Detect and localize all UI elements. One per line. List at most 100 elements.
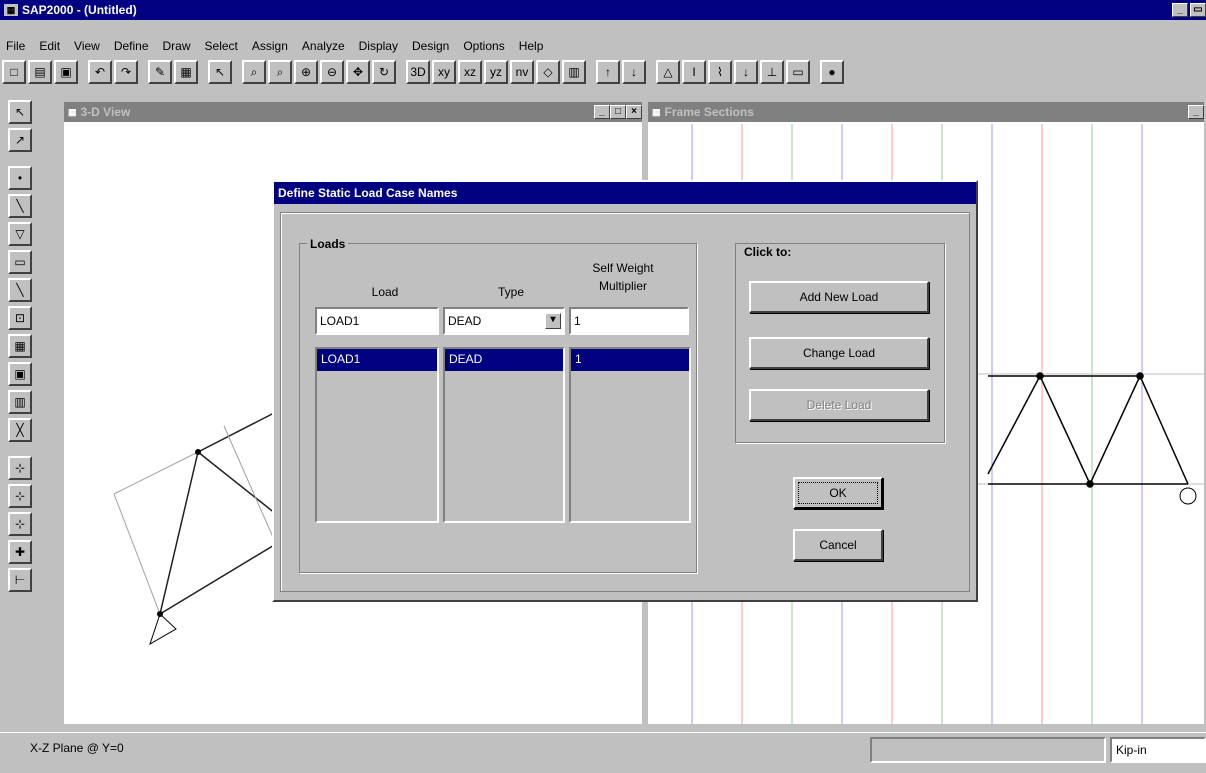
menu-assign[interactable]: Assign — [252, 39, 288, 53]
load-list[interactable]: LOAD1 — [315, 347, 439, 523]
list-item[interactable]: 1 — [571, 349, 689, 371]
restore-button[interactable]: ▭ — [1190, 3, 1206, 17]
open-icon[interactable]: ▤ — [28, 60, 52, 84]
snap-lines-icon[interactable]: ⊢ — [8, 568, 32, 592]
save-icon[interactable]: ▣ — [54, 60, 78, 84]
set-elements-icon[interactable]: ▥ — [562, 60, 586, 84]
left-toolbar: ↖ ↗ • ╲ ▽ ▭ ╲ ⊡ ▦ ▣ ▥ ╳ ⊹ ⊹ ⊹ ✚ ⊢ — [8, 100, 34, 630]
new-icon[interactable]: □ — [2, 60, 26, 84]
frame-member — [159, 543, 277, 615]
frame-member — [113, 451, 199, 495]
delete-load-button[interactable]: Delete Load — [749, 389, 929, 421]
joint — [195, 449, 201, 455]
menu-analyze[interactable]: Analyze — [302, 39, 345, 53]
view-xz-icon[interactable]: xz — [458, 60, 482, 84]
menu-view[interactable]: View — [74, 39, 100, 53]
snap-perpendicular-icon[interactable]: ✚ — [8, 540, 32, 564]
grid-icon[interactable]: ▦ — [8, 334, 32, 358]
element-shrink-icon[interactable]: ◇ — [536, 60, 560, 84]
pencil-icon[interactable]: ✎ — [148, 60, 172, 84]
type-list[interactable]: DEAD — [443, 347, 565, 523]
minimize-button[interactable]: _ — [1172, 3, 1188, 17]
quad-icon[interactable]: ⊡ — [8, 306, 32, 330]
menu-edit[interactable]: Edit — [39, 39, 60, 53]
frame-member — [197, 451, 277, 515]
restrain-icon[interactable]: △ — [656, 60, 680, 84]
add-new-load-button[interactable]: Add New Load — [749, 281, 929, 313]
line-icon[interactable]: ╲ — [8, 278, 32, 302]
menu-draw[interactable]: Draw — [163, 39, 191, 53]
reshape-icon[interactable]: ↗ — [8, 128, 32, 152]
menu-design[interactable]: Design — [412, 39, 449, 53]
load-name-input[interactable]: LOAD1 — [315, 307, 439, 335]
window-frame-titlebar[interactable]: ▦ Frame Sections _ — [648, 102, 1204, 122]
maximize-button[interactable]: □ — [610, 105, 626, 119]
app-titlebar[interactable]: ▦ SAP2000 - (Untitled) _ ▭ — [0, 0, 1206, 20]
chevron-down-icon[interactable]: ▾ — [545, 313, 561, 329]
frame-load-icon[interactable]: ⊥ — [760, 60, 784, 84]
frame-member — [159, 451, 199, 615]
zoom-in-icon[interactable]: ⊕ — [294, 60, 318, 84]
springs-icon[interactable]: ⌇ — [708, 60, 732, 84]
minimize-button[interactable]: _ — [1188, 105, 1204, 119]
change-load-button[interactable]: Change Load — [749, 337, 929, 369]
multiplier-list[interactable]: 1 — [569, 347, 691, 523]
point-load-icon[interactable]: ↓ — [734, 60, 758, 84]
main-toolbar: □ ▤ ▣ ↶ ↷ ✎ ▦ ↖ ⌕ ⌕ ⊕ ⊖ ✥ ↻ 3D xy xz yz nv ◇ ▥ ↑ ↓ △ I ⌇ ↓ ⊥ ▭ ● — [2, 60, 1202, 88]
window-frame-title: Frame Sections — [664, 105, 754, 119]
dialog-titlebar[interactable]: Define Static Load Case Names — [274, 182, 976, 204]
area-load-icon[interactable]: ▭ — [786, 60, 810, 84]
type-select[interactable]: DEAD ▾ — [443, 307, 565, 335]
snap-intersection-icon[interactable]: ⊹ — [8, 512, 32, 536]
menu-help[interactable]: Help — [519, 39, 544, 53]
snap-joints-icon[interactable]: ⊹ — [8, 456, 32, 480]
multiplier-input[interactable]: 1 — [569, 307, 689, 335]
redo-icon[interactable]: ↷ — [114, 60, 138, 84]
zoom-window-icon[interactable]: ⌕ — [242, 60, 266, 84]
section-cut-icon[interactable]: ▣ — [8, 362, 32, 386]
define-load-case-dialog: Define Static Load Case Names Loads Load… — [272, 180, 978, 602]
click-to-group-label: Click to: — [741, 245, 795, 259]
window-3d-titlebar[interactable]: ▦ 3-D View _ □ × — [64, 102, 642, 122]
solid-icon[interactable]: ▥ — [8, 390, 32, 414]
menu-define[interactable]: Define — [114, 39, 149, 53]
pan-icon[interactable]: ✥ — [346, 60, 370, 84]
menu-select[interactable]: Select — [205, 39, 238, 53]
window-icon: ▦ — [652, 106, 661, 117]
zoom-restore-icon[interactable]: ⌕ — [268, 60, 292, 84]
undo-icon[interactable]: ↶ — [88, 60, 112, 84]
column-header-multiplier: Multiplier — [598, 279, 647, 293]
pointer-icon[interactable]: ↖ — [208, 60, 232, 84]
units-value: Kip-in — [1116, 743, 1147, 757]
run-icon[interactable]: ● — [820, 60, 844, 84]
window-3d-title: 3-D View — [80, 105, 131, 119]
menu-options[interactable]: Options — [463, 39, 504, 53]
brace-icon[interactable]: ╳ — [8, 418, 32, 442]
cancel-button[interactable]: Cancel — [793, 529, 883, 561]
list-item[interactable]: DEAD — [445, 349, 563, 371]
view-yz-icon[interactable]: yz — [484, 60, 508, 84]
view-xy-icon[interactable]: xy — [432, 60, 456, 84]
refresh-icon[interactable]: ↻ — [372, 60, 396, 84]
pointer-icon[interactable]: ↖ — [8, 100, 32, 124]
ok-button[interactable]: OK — [793, 477, 883, 509]
lock-icon[interactable]: ▦ — [174, 60, 198, 84]
units-select[interactable]: Kip-in — [1110, 737, 1206, 763]
section-icon[interactable]: I — [682, 60, 706, 84]
down-arrow-icon[interactable]: ↓ — [622, 60, 646, 84]
up-arrow-icon[interactable]: ↑ — [596, 60, 620, 84]
view-nv-icon[interactable]: nv — [510, 60, 534, 84]
minimize-button[interactable]: _ — [594, 105, 610, 119]
snap-ends-icon[interactable]: ⊹ — [8, 484, 32, 508]
frame-icon[interactable]: ╲ — [8, 194, 32, 218]
view-3d-icon[interactable]: 3D — [406, 60, 430, 84]
zoom-out-icon[interactable]: ⊖ — [320, 60, 344, 84]
rectangular-shell-icon[interactable]: ▭ — [8, 250, 32, 274]
joint-icon[interactable]: • — [8, 166, 32, 190]
shell-icon[interactable]: ▽ — [8, 222, 32, 246]
close-button[interactable]: × — [626, 105, 642, 119]
dialog-title: Define Static Load Case Names — [278, 186, 458, 200]
menu-display[interactable]: Display — [359, 39, 398, 53]
list-item[interactable]: LOAD1 — [317, 349, 437, 371]
menu-file[interactable]: File — [6, 39, 25, 53]
